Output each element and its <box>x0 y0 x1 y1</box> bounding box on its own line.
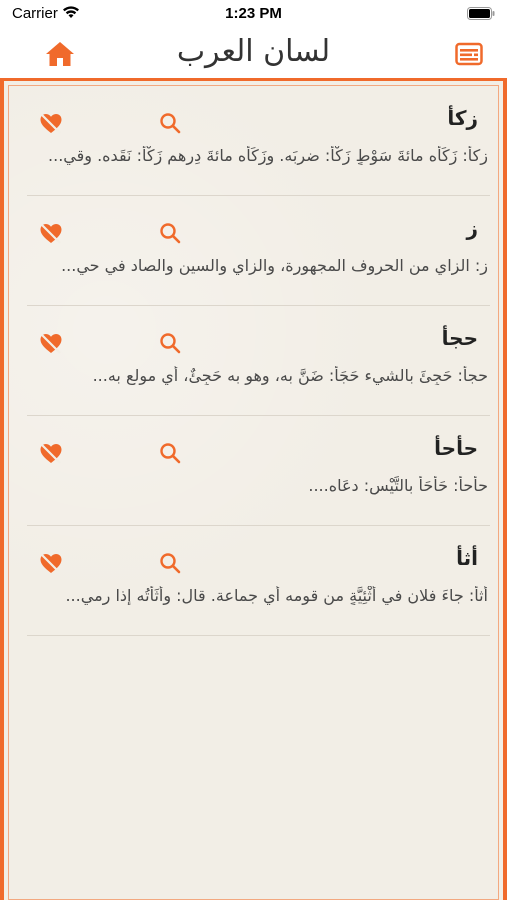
favorite-button[interactable] <box>39 222 63 246</box>
search-icon <box>160 113 181 134</box>
list-item[interactable]: أثأ أثأ: جاءَ فلان في أُثْئِيَّةٍ من قوم… <box>27 526 490 636</box>
heart-broken-icon <box>40 444 62 464</box>
content-area: زكأ زكأ: زَكَأَه مائةَ سَوْطٍ زَكْأً: ضر… <box>0 78 507 900</box>
favorite-button[interactable] <box>39 112 63 136</box>
entry-headword: ز <box>466 216 478 240</box>
search-button[interactable] <box>159 442 181 464</box>
search-icon <box>160 223 181 244</box>
search-icon <box>160 553 181 574</box>
entry-headword: حأحأ <box>434 436 478 460</box>
favorite-button[interactable] <box>39 332 63 356</box>
battery-icon <box>467 7 495 25</box>
search-icon <box>160 443 181 464</box>
app-title: لسان العرب <box>176 34 331 69</box>
list-item[interactable]: ز ز: الزاي من الحروف المجهورة، والزاي وا… <box>27 196 490 306</box>
list-item[interactable]: زكأ زكأ: زَكَأَه مائةَ سَوْطٍ زَكْأً: ضر… <box>27 86 490 196</box>
list-item[interactable]: حأحأ حأحأ: حَأْحَأَ بالتَّيْس: دعَاه.... <box>27 416 490 526</box>
entry-list: زكأ زكأ: زَكَأَه مائةَ سَوْطٍ زَكْأً: ضر… <box>8 85 499 900</box>
favorite-button[interactable] <box>39 442 63 466</box>
favorite-button[interactable] <box>39 552 63 576</box>
search-button[interactable] <box>159 222 181 244</box>
search-button[interactable] <box>159 552 181 574</box>
list-item[interactable]: حجأ حجأ: حَجِئَ بالشيء حَجَأً: ضَنَّ به،… <box>27 306 490 416</box>
search-button[interactable] <box>159 112 181 134</box>
entry-snippet: ز: الزاي من الحروف المجهورة، والزاي والس… <box>61 256 488 275</box>
navigation-bar: لسان العرب <box>0 28 507 78</box>
entry-headword: أثأ <box>456 546 478 570</box>
menu-button[interactable] <box>455 42 483 66</box>
heart-broken-icon <box>40 114 62 134</box>
search-icon <box>160 333 181 354</box>
entry-headword: زكأ <box>447 106 478 130</box>
card-list-icon <box>455 42 483 66</box>
entry-snippet: حأحأ: حَأْحَأَ بالتَّيْس: دعَاه.... <box>308 476 488 495</box>
search-button[interactable] <box>159 332 181 354</box>
entry-snippet: حجأ: حَجِئَ بالشيء حَجَأً: ضَنَّ به، وهو… <box>92 366 488 385</box>
heart-broken-icon <box>40 554 62 574</box>
clock: 1:23 PM <box>225 5 282 22</box>
entry-snippet: زكأ: زَكَأَه مائةَ سَوْطٍ زَكْأً: ضربَه.… <box>48 146 488 165</box>
heart-broken-icon <box>40 334 62 354</box>
entry-snippet: أثأ: جاءَ فلان في أُثْئِيَّةٍ من قومه أي… <box>65 586 488 605</box>
heart-broken-icon <box>40 224 62 244</box>
entry-headword: حجأ <box>441 326 478 350</box>
status-bar: Carrier 1:23 PM <box>0 0 507 28</box>
